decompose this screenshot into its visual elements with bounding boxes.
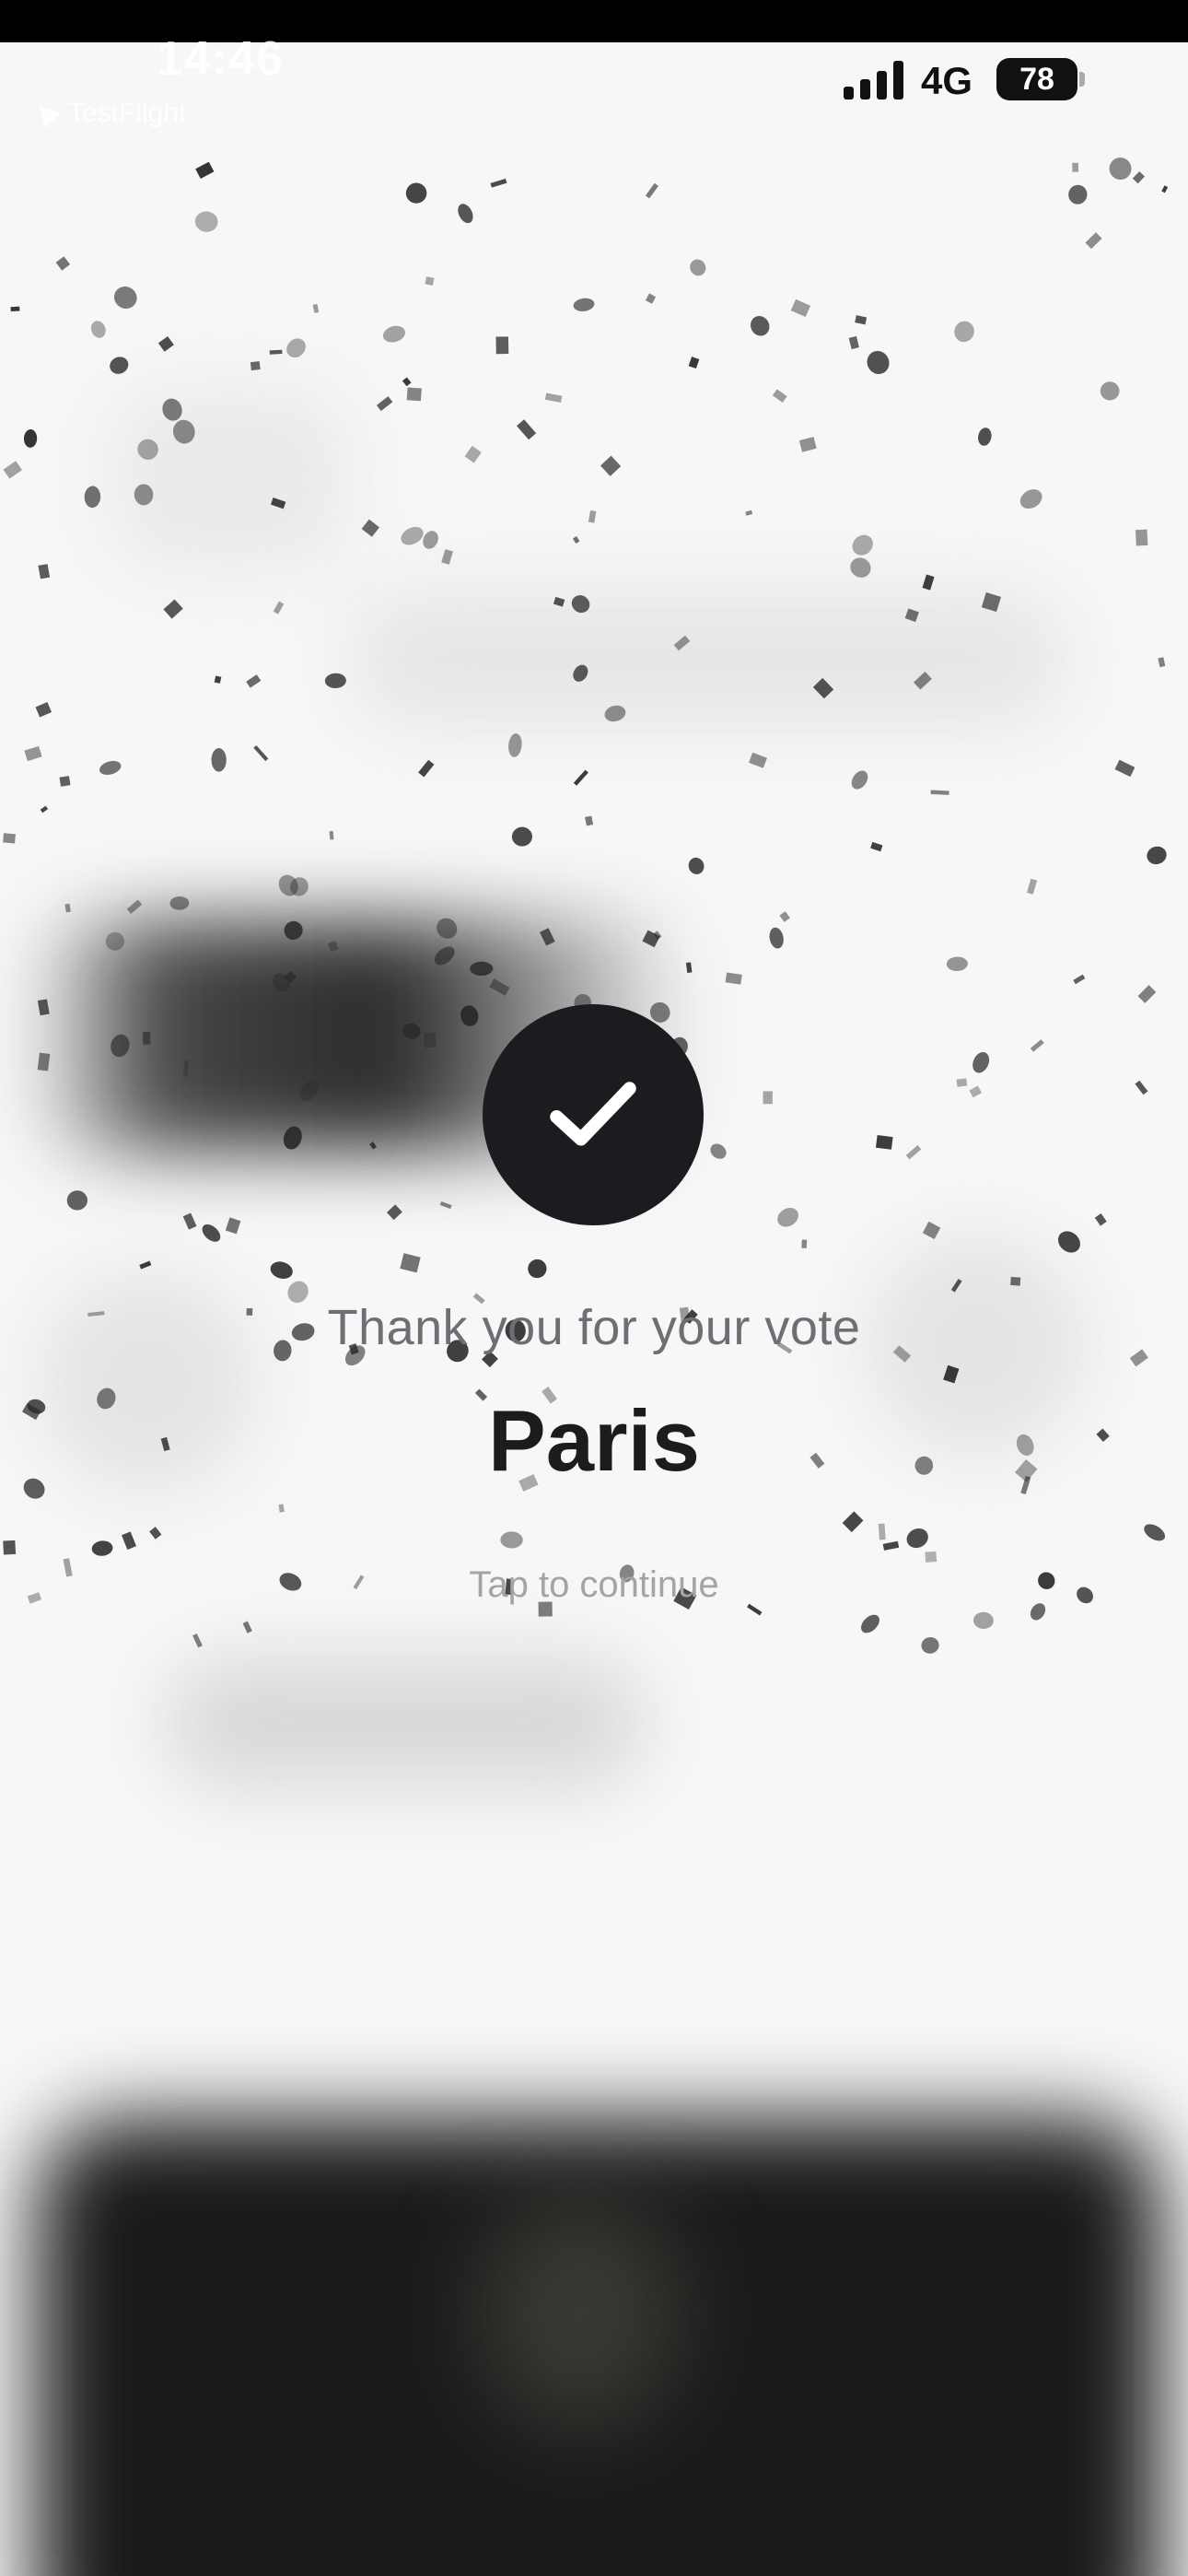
tap-to-continue-hint[interactable]: Tap to continue — [0, 1564, 1188, 1606]
thank-you-message: Thank you for your vote — [327, 1300, 861, 1355]
vote-confirmation-screen[interactable]: 14:46 TestFlight 4G 78 Thank you for you… — [0, 0, 1188, 2576]
success-badge — [483, 1004, 704, 1225]
checkmark-icon — [550, 1082, 636, 1146]
voted-choice: Paris — [488, 1392, 700, 1489]
vote-confirmation-overlay[interactable]: Thank you for your vote Paris Tap to con… — [0, 0, 1188, 2576]
